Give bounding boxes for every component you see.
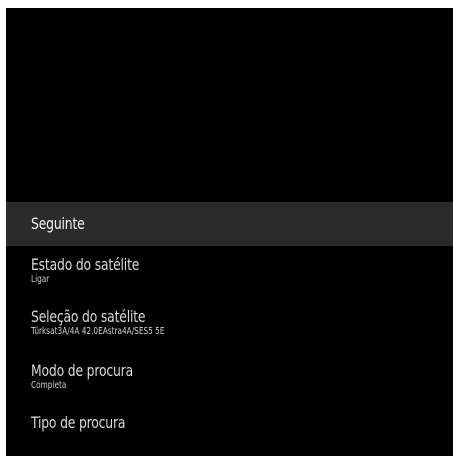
menu-item-title: Seleção do satélite bbox=[31, 307, 146, 326]
menu-item-scan-type[interactable]: Tipo de procura bbox=[6, 403, 453, 451]
satellite-setup-menu: Seguinte Estado do satélite Ligar Seleçã… bbox=[6, 202, 453, 451]
menu-item-title: Seguinte bbox=[31, 214, 85, 233]
menu-item-value: Türksat3A/4A 42.0EAstra4A/SES5 5E bbox=[31, 326, 165, 337]
menu-item-title: Modo de procura bbox=[31, 361, 134, 380]
menu-item-value: Ligar bbox=[31, 274, 50, 285]
menu-item-value: Completa bbox=[31, 380, 67, 391]
menu-item-title: Estado do satélite bbox=[31, 255, 140, 274]
menu-item-satellite-selection[interactable]: Seleção do satélite Türksat3A/4A 42.0EAs… bbox=[6, 298, 453, 351]
menu-item-satellite-state[interactable]: Estado do satélite Ligar bbox=[6, 246, 453, 298]
menu-item-title: Tipo de procura bbox=[31, 413, 126, 432]
menu-item-scan-mode[interactable]: Modo de procura Completa bbox=[6, 351, 453, 403]
tv-screen: Seguinte Estado do satélite Ligar Seleçã… bbox=[6, 8, 453, 456]
menu-item-next[interactable]: Seguinte bbox=[6, 202, 453, 246]
